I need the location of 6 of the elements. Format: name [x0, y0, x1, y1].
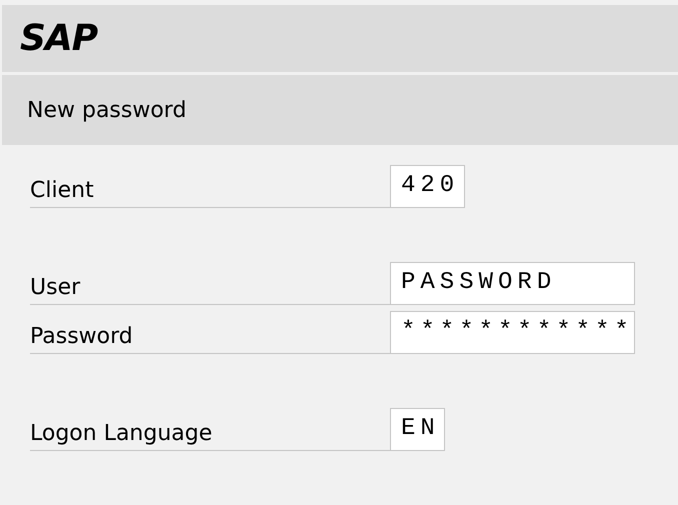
input-field[interactable]: 420 [390, 165, 465, 208]
input-field[interactable]: ************ [390, 311, 635, 354]
screen-title: New password [27, 98, 186, 122]
input-field[interactable]: EN [390, 408, 445, 451]
logo: SAP [20, 18, 98, 59]
input-field[interactable]: PASSWORD [390, 262, 635, 305]
